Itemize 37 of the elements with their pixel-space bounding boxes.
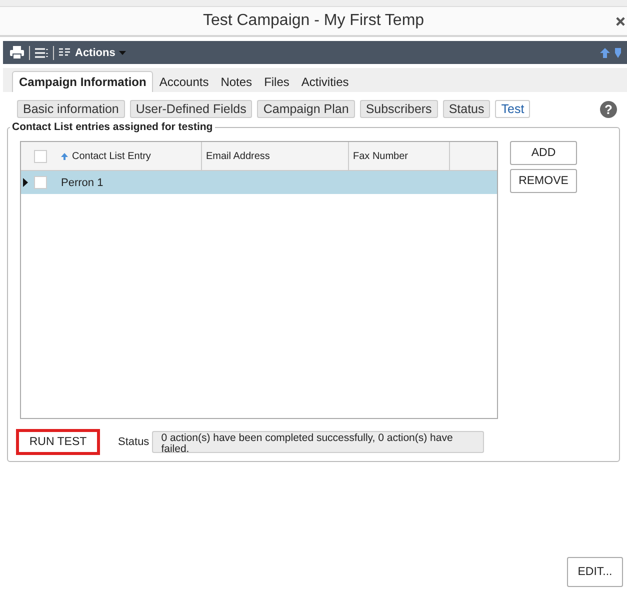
tab[interactable]: Accounts — [153, 72, 215, 92]
side-button[interactable]: REMOVE — [510, 169, 577, 193]
sub-tab[interactable]: Campaign Plan — [257, 100, 355, 118]
row-pointer-icon — [23, 178, 28, 187]
tab[interactable]: Campaign Information — [12, 71, 154, 92]
row-checkbox[interactable] — [34, 176, 46, 189]
status-label: Status — [118, 436, 150, 448]
column-header[interactable]: Fax Number — [349, 142, 450, 170]
window-title: Test Campaign - My First Temp — [202, 12, 424, 30]
table-cell: Perron 1 — [61, 176, 104, 188]
tab[interactable]: Notes — [214, 72, 258, 92]
tab[interactable]: Files — [258, 72, 296, 92]
sub-tab[interactable]: Basic information — [17, 100, 125, 118]
down-arrow-icon[interactable] — [615, 48, 621, 58]
status-field: 0 action(s) have been completed successfully, 0 action(s) have failed. — [152, 431, 484, 453]
up-arrow-icon[interactable] — [600, 48, 610, 58]
sub-tab[interactable]: Status — [442, 100, 490, 118]
table-row[interactable]: Perron 1 — [21, 171, 497, 194]
list-icon[interactable] — [35, 48, 48, 58]
select-all-checkbox[interactable] — [34, 150, 46, 162]
printer-icon[interactable] — [10, 46, 24, 59]
actions-menu-button[interactable]: Actions — [59, 46, 126, 58]
edit-button[interactable]: EDIT... — [567, 557, 623, 587]
column-header[interactable]: Email Address — [202, 142, 349, 170]
sort-up-icon — [61, 152, 68, 160]
sub-tab[interactable]: User-Defined Fields — [130, 100, 252, 118]
group-title: Contact List entries assigned for testing — [11, 121, 214, 133]
side-button[interactable]: ADD — [510, 141, 577, 165]
sub-tab[interactable]: Test — [495, 100, 530, 118]
columns-icon — [59, 48, 71, 58]
tab[interactable]: Activities — [295, 72, 355, 92]
help-button[interactable]: ? — [600, 100, 617, 118]
sub-tab[interactable]: Subscribers — [360, 100, 438, 118]
caret-icon — [119, 50, 126, 54]
column-header[interactable]: Contact List Entry — [59, 142, 202, 170]
close-icon[interactable] — [616, 17, 625, 26]
run-test-button[interactable]: RUN TEST — [16, 429, 100, 455]
